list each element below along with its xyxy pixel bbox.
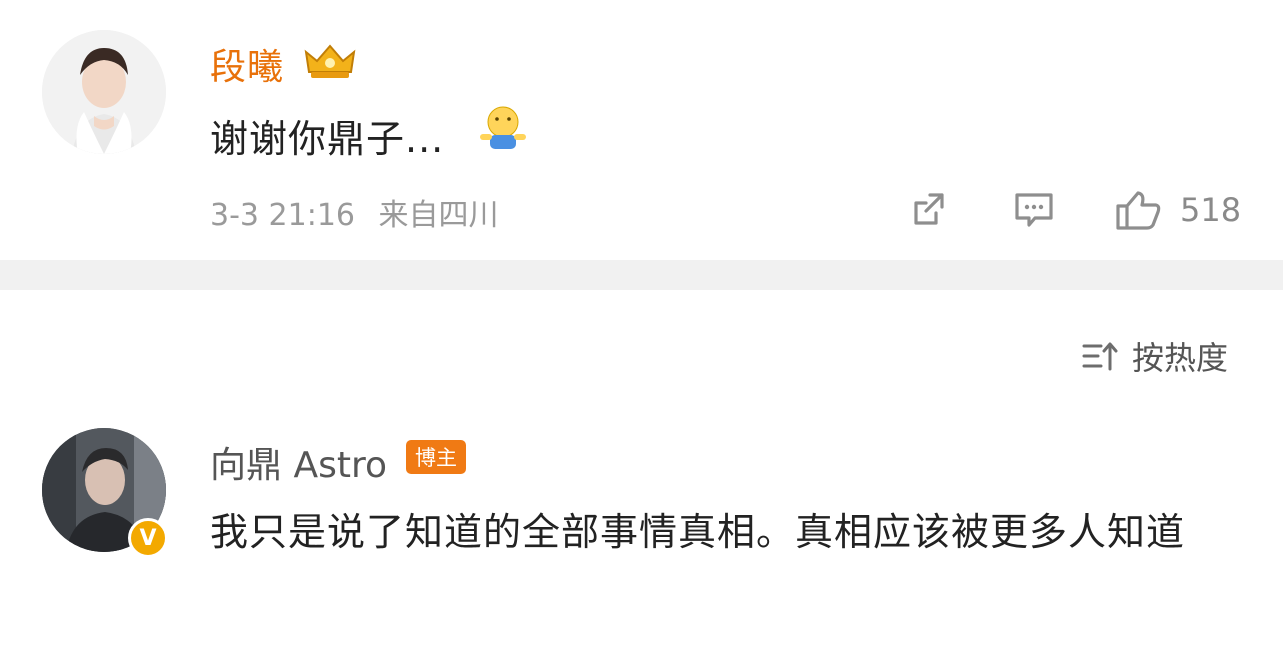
like-icon (1116, 191, 1161, 230)
like-count: 518 (1180, 191, 1242, 229)
sort-selector[interactable]: 按热度 (1080, 334, 1228, 378)
verified-icon: V (128, 518, 168, 558)
blogger-comment-text: 我只是说了知道的全部事情真相。真相应该被更多人知道 (210, 510, 1186, 554)
comment-meta: 3-3 21:16 来自四川 (210, 190, 513, 234)
emoji-icon (480, 106, 526, 149)
comment-text: 谢谢你鼎子... (210, 117, 445, 161)
username[interactable]: 段曦 (210, 38, 284, 90)
blogger-badge: 博主 (406, 440, 466, 474)
crown-icon (304, 44, 356, 78)
sort-label: 按热度 (1132, 339, 1229, 377)
comment-item-1: 段曦 谢谢你鼎子... 3-3 21:16 来自四川 518 (0, 0, 1283, 260)
like-button[interactable]: 518 (1114, 188, 1244, 232)
share-icon (914, 193, 944, 225)
sort-icon (1082, 342, 1118, 371)
user-avatar[interactable] (42, 30, 166, 154)
share-button[interactable] (908, 188, 954, 232)
blogger-username[interactable]: 向鼎 Astro (210, 436, 387, 488)
comment-button[interactable] (1012, 188, 1058, 232)
section-divider (0, 260, 1283, 290)
comment-source: 来自四川 (378, 198, 499, 233)
comment-icon (1015, 193, 1053, 227)
comment-time: 3-3 21:16 (210, 198, 355, 233)
